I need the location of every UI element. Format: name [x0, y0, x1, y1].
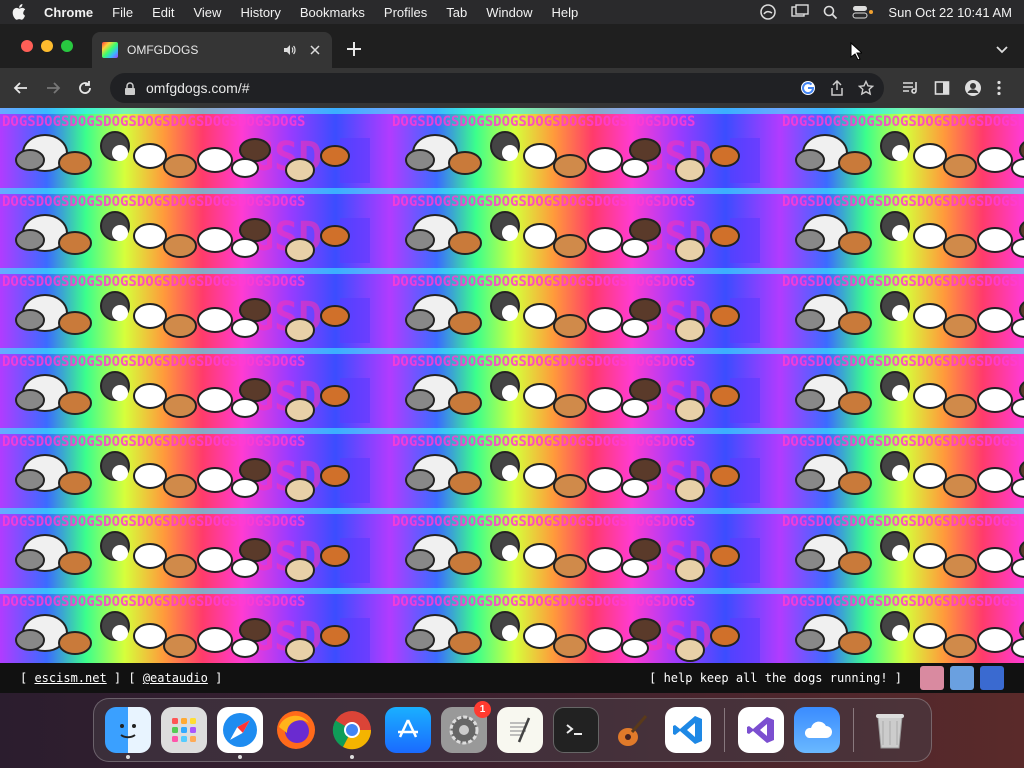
back-arrow-icon — [13, 82, 27, 94]
favicon-icon — [102, 42, 118, 58]
textedit-app[interactable] — [497, 707, 543, 753]
chrome-app[interactable] — [329, 707, 375, 759]
tab-omfgdogs[interactable]: OMFGDOGS — [92, 32, 332, 68]
weather-app[interactable] — [794, 707, 840, 753]
control-center-icon[interactable] — [852, 5, 874, 19]
notification-badge: 1 — [474, 701, 491, 718]
app-store-icon — [398, 719, 418, 738]
dogs-background-pattern: DOGSDOGSDOGSDOGSDOGSDOGSDOGSDOGSDOGS GSD — [0, 108, 1024, 663]
reload-icon — [79, 81, 91, 94]
firefox-app[interactable] — [273, 707, 319, 753]
maximize-window-button[interactable] — [61, 40, 73, 52]
vscode-icon — [673, 716, 702, 744]
dock: 1 — [93, 698, 932, 762]
menu-bar: Chrome File Edit View History Bookmarks … — [0, 0, 1024, 24]
vpn-icon[interactable] — [759, 3, 777, 21]
launchpad-app[interactable] — [161, 707, 207, 753]
tab-search-chevron-icon[interactable] — [996, 43, 1008, 55]
forward-button[interactable] — [42, 77, 64, 99]
menu-edit[interactable]: Edit — [152, 5, 174, 20]
dock-separator — [853, 708, 854, 752]
apple-icon[interactable] — [12, 4, 26, 20]
page-content[interactable]: DOGSDOGSDOGSDOGSDOGSDOGSDOGSDOGSDOGS GSD — [0, 108, 1024, 663]
window-controls — [21, 40, 73, 52]
garageband-app[interactable] — [609, 707, 655, 753]
menu-window[interactable]: Window — [486, 5, 532, 20]
share-icon[interactable] — [830, 80, 844, 96]
avatar-icon[interactable] — [920, 666, 944, 690]
minimize-window-button[interactable] — [41, 40, 53, 52]
screen-mirroring-icon[interactable] — [791, 4, 810, 20]
audio-playing-icon[interactable] — [282, 43, 296, 57]
cloud-icon — [804, 721, 832, 738]
forward-arrow-icon — [47, 82, 61, 94]
mouse-cursor-icon — [850, 42, 862, 60]
app-store-app[interactable] — [385, 707, 431, 753]
terminal-app[interactable] — [553, 707, 599, 753]
trash-icon — [876, 714, 904, 749]
eataudio-link[interactable]: @eataudio — [143, 671, 208, 685]
chrome-icon — [332, 711, 372, 750]
menu-profiles[interactable]: Profiles — [384, 5, 427, 20]
close-window-button[interactable] — [21, 40, 33, 52]
firefox-icon — [277, 711, 315, 749]
bookmark-star-icon[interactable] — [858, 80, 874, 96]
running-indicator — [350, 755, 354, 759]
launchpad-icon — [172, 718, 196, 742]
menu-tab[interactable]: Tab — [446, 5, 467, 20]
menu-history[interactable]: History — [240, 5, 280, 20]
safari-app[interactable] — [217, 707, 263, 759]
gear-icon — [449, 715, 479, 745]
menu-bookmarks[interactable]: Bookmarks — [300, 5, 365, 20]
textedit-icon — [510, 717, 531, 743]
browser-toolbar: omfgdogs.com/# — [0, 68, 1024, 108]
site-footer: [ escism.net ] [ @eataudio ] [ help keep… — [0, 663, 1024, 693]
footer-bracket-open: [ — [20, 671, 35, 685]
footer-bracket-close: ] — [207, 671, 223, 685]
profile-icon[interactable] — [964, 79, 982, 97]
menu-view[interactable]: View — [193, 5, 221, 20]
dock-separator — [724, 708, 725, 752]
safari-icon — [223, 713, 257, 747]
menu-help[interactable]: Help — [552, 5, 579, 20]
tab-title: OMFGDOGS — [127, 43, 199, 57]
running-indicator — [126, 755, 130, 759]
reload-button[interactable] — [74, 77, 96, 99]
url-text[interactable]: omfgdogs.com/# — [146, 80, 800, 96]
menu-app-name[interactable]: Chrome — [44, 5, 93, 20]
guitar-icon — [618, 715, 648, 746]
avatar-icon[interactable] — [980, 666, 1004, 690]
kebab-menu-icon[interactable] — [996, 80, 1002, 96]
address-bar[interactable]: omfgdogs.com/# — [110, 73, 884, 103]
finder-app[interactable] — [105, 707, 151, 759]
trash-app[interactable] — [867, 707, 913, 753]
close-tab-icon[interactable] — [308, 43, 322, 57]
running-indicator — [238, 755, 242, 759]
side-panel-icon[interactable] — [934, 80, 950, 96]
donate-message[interactable]: [ help keep all the dogs running! ] — [649, 671, 902, 685]
vscode-app[interactable] — [665, 707, 711, 753]
tab-strip: OMFGDOGS — [0, 24, 1024, 68]
spotlight-search-icon[interactable] — [823, 5, 838, 20]
finder-icon — [120, 724, 136, 739]
lock-icon[interactable] — [124, 81, 136, 95]
system-settings-app[interactable]: 1 — [441, 701, 491, 753]
clock[interactable]: Sun Oct 22 10:41 AM — [888, 5, 1012, 20]
back-button[interactable] — [10, 77, 32, 99]
avatar-icon[interactable] — [950, 666, 974, 690]
terminal-icon — [566, 724, 582, 735]
new-tab-icon[interactable] — [345, 40, 363, 58]
escism-link[interactable]: escism.net — [34, 671, 106, 685]
media-controls-icon[interactable] — [902, 80, 920, 96]
footer-separator: ] [ — [106, 671, 143, 685]
google-icon[interactable] — [800, 80, 816, 96]
visual-studio-icon — [747, 717, 774, 743]
visual-studio-app[interactable] — [738, 707, 784, 753]
menu-file[interactable]: File — [112, 5, 133, 20]
